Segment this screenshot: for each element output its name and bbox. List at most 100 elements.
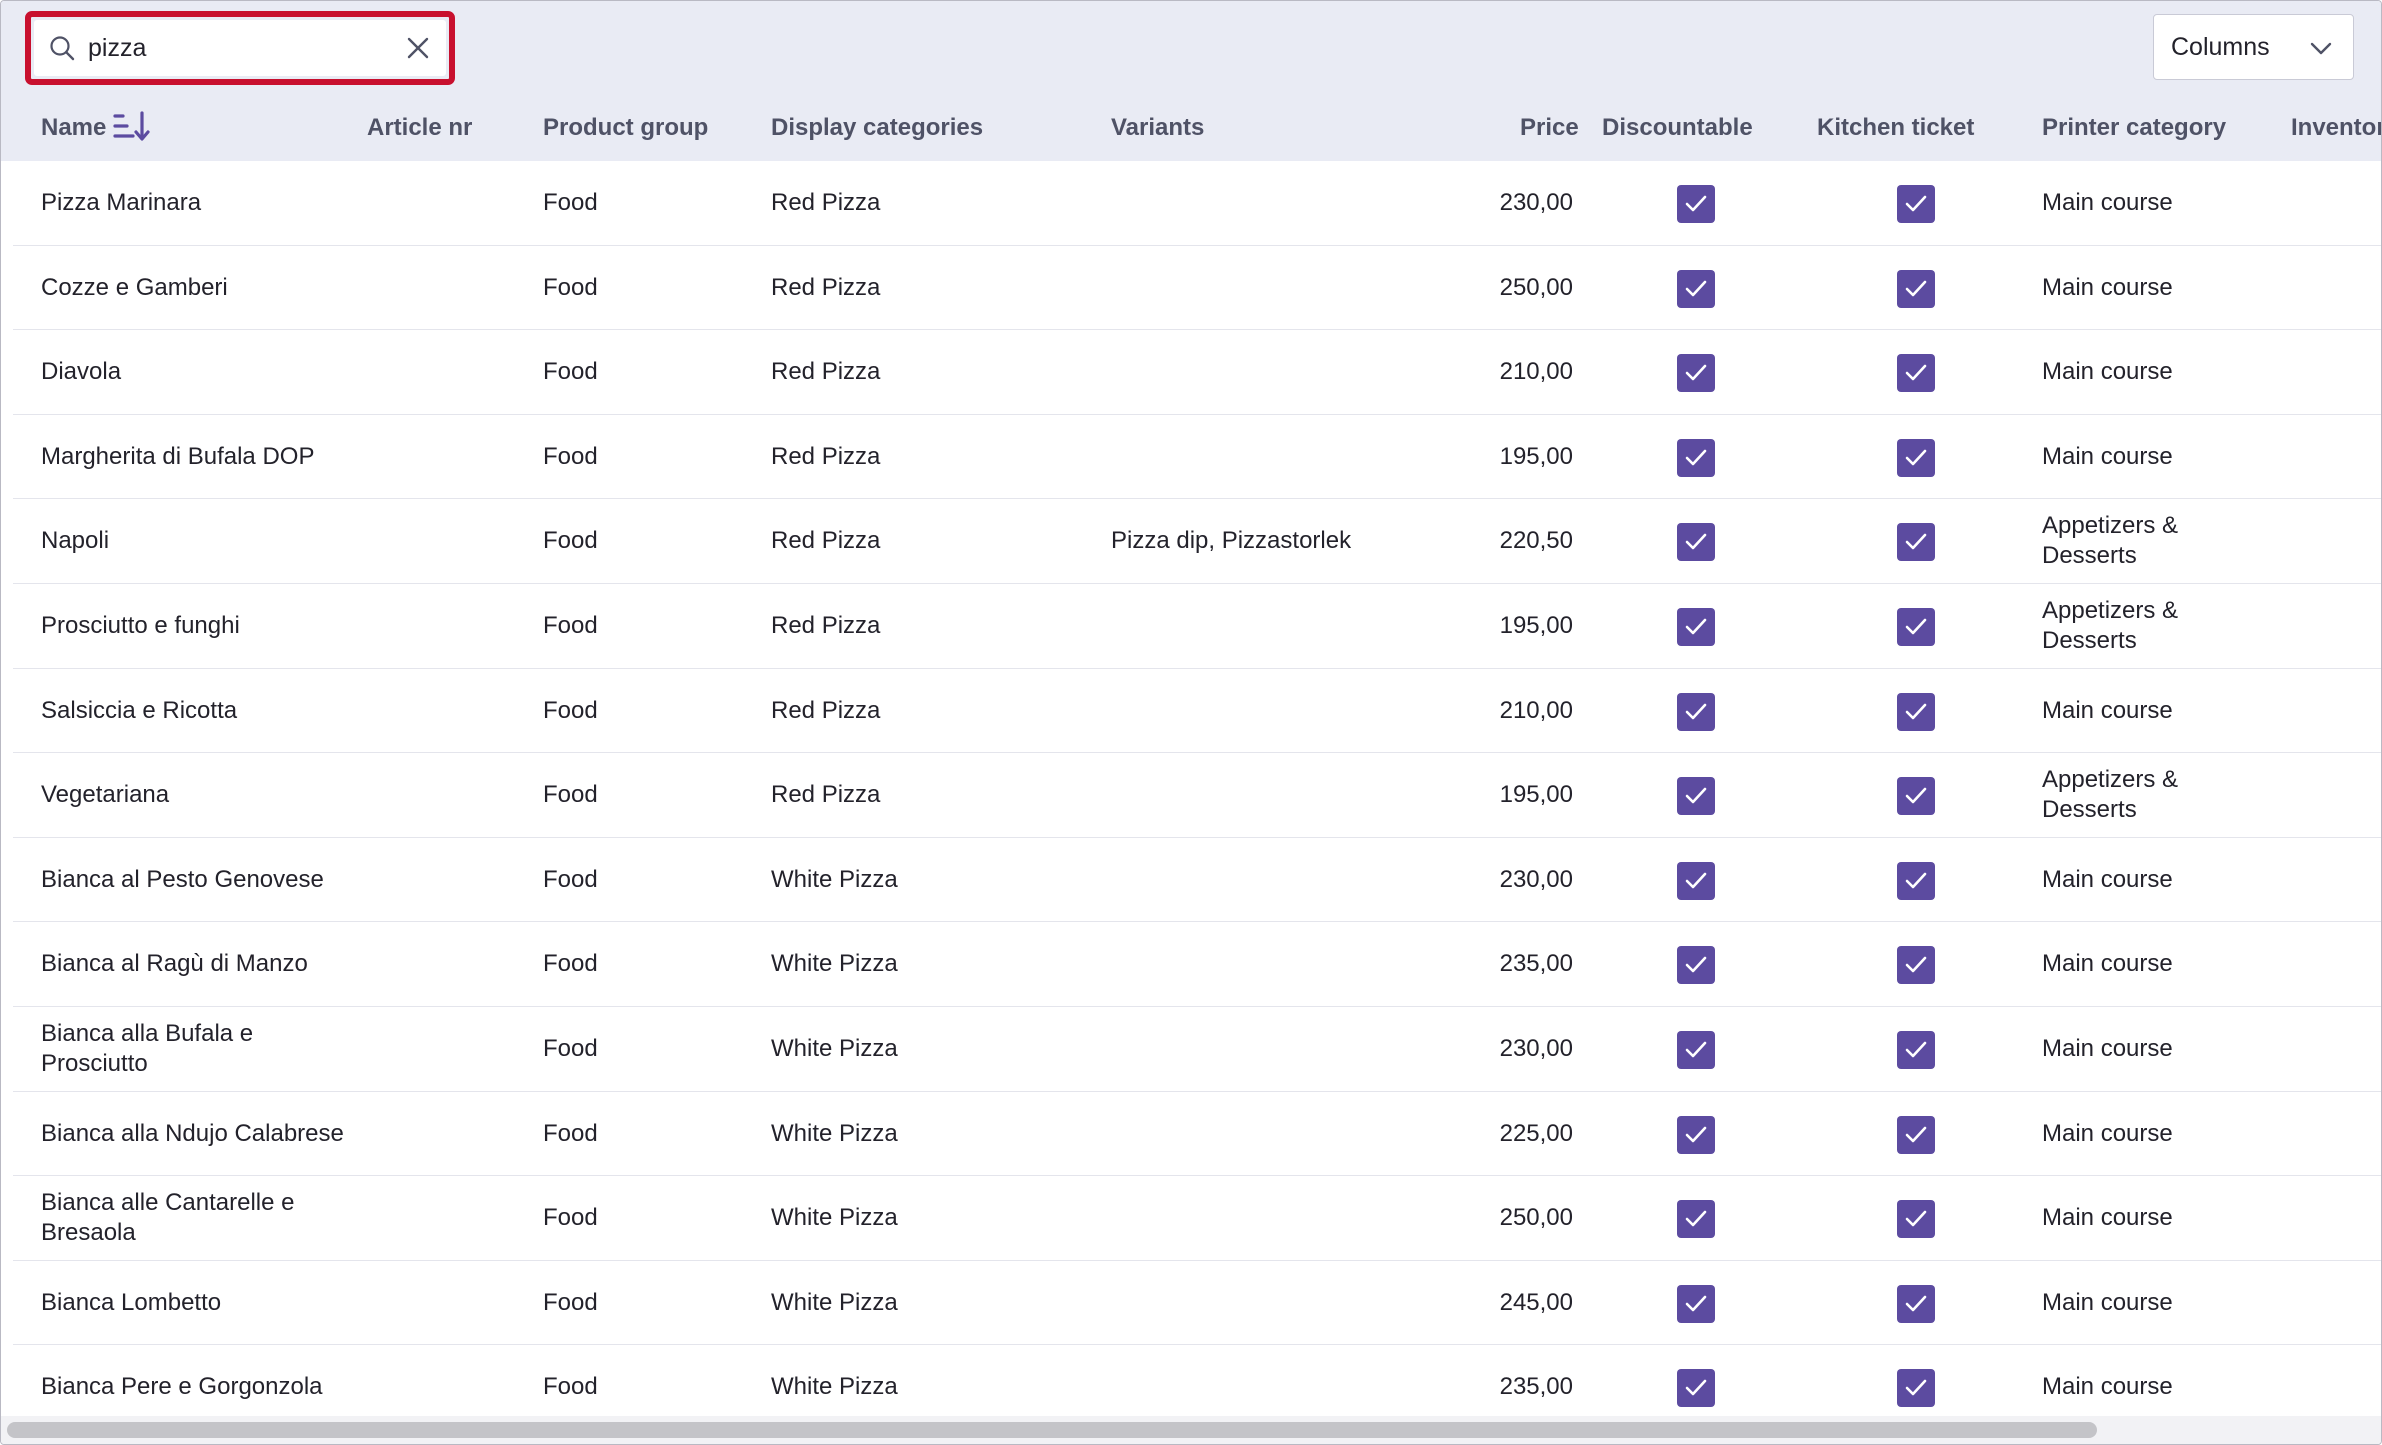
- cell-display-category: Red Pizza: [771, 527, 881, 555]
- kitchen-ticket-checkbox[interactable]: [1897, 1369, 1935, 1408]
- header-discountable[interactable]: Discountable: [1602, 114, 1753, 142]
- cell-printer-category: Main course: [2042, 696, 2173, 724]
- discountable-checkbox[interactable]: [1677, 1115, 1715, 1154]
- cell-price: 245,00: [1499, 1288, 1573, 1316]
- search-box[interactable]: [34, 20, 446, 76]
- table-row[interactable]: Bianca al Pesto Genovese Food White Pizza 2…: [13, 838, 2381, 923]
- kitchen-ticket-checkbox[interactable]: [1897, 523, 1935, 562]
- checkmark-icon: [1685, 1295, 1707, 1312]
- checkmark-icon: [1685, 364, 1707, 381]
- header-article-nr[interactable]: Article nr: [367, 114, 472, 142]
- kitchen-ticket-checkbox[interactable]: [1897, 946, 1935, 985]
- discountable-checkbox[interactable]: [1677, 1284, 1715, 1323]
- cell-price: 225,00: [1499, 1119, 1573, 1147]
- discountable-checkbox[interactable]: [1677, 1369, 1715, 1408]
- cell-price: 220,50: [1499, 527, 1573, 555]
- cell-variants: Pizza dip, Pizzastorlek: [1111, 527, 1352, 555]
- table-row[interactable]: Cozze e Gamberi Food Red Pizza 250,00 Main c…: [13, 246, 2381, 331]
- cell-product-group: Food: [543, 696, 598, 724]
- header-display-categories[interactable]: Display categories: [771, 114, 983, 142]
- cell-product-group: Food: [543, 527, 598, 555]
- discountable-checkbox[interactable]: [1677, 354, 1715, 393]
- kitchen-ticket-checkbox[interactable]: [1897, 269, 1935, 308]
- cell-printer-category: Main course: [2042, 1288, 2173, 1316]
- discountable-checkbox[interactable]: [1677, 1031, 1715, 1069]
- table-row[interactable]: Bianca Pere e Gorgonzola Food White Pizza 2…: [13, 1345, 2381, 1416]
- checkmark-icon: [1905, 787, 1927, 804]
- header-printer-category[interactable]: Printer category: [2042, 114, 2226, 142]
- checkmark-icon: [1905, 534, 1927, 550]
- kitchen-ticket-checkbox[interactable]: [1897, 608, 1935, 646]
- cell-printer-category: Main course: [2042, 1204, 2173, 1232]
- kitchen-ticket-checkbox[interactable]: [1897, 1200, 1935, 1239]
- kitchen-ticket-checkbox[interactable]: [1897, 692, 1935, 731]
- checkmark-icon: [1905, 449, 1927, 466]
- kitchen-ticket-checkbox[interactable]: [1897, 1115, 1935, 1154]
- table-row[interactable]: Diavola Food Red Pizza 210,00 Main course: [13, 330, 2381, 415]
- header-variants[interactable]: Variants: [1111, 114, 1204, 142]
- cell-display-category: White Pizza: [771, 1035, 898, 1062]
- cell-product-group: Food: [543, 1288, 598, 1316]
- table-row[interactable]: Bianca al Ragù di Manzo Food White Pizza 23…: [13, 922, 2381, 1007]
- table-row[interactable]: Vegetariana Food Red Pizza 195,00 Appetizers…: [13, 753, 2381, 838]
- sort-descending-icon[interactable]: [113, 110, 151, 144]
- discountable-checkbox[interactable]: [1677, 438, 1715, 477]
- table-row[interactable]: Salsiccia e Ricotta Food Red Pizza 210,00 Ma…: [13, 669, 2381, 754]
- table-row[interactable]: Bianca alla Ndujo Calabrese Food White Piz…: [13, 1092, 2381, 1177]
- header-inventory[interactable]: Inventor: [2291, 114, 2381, 142]
- kitchen-ticket-checkbox[interactable]: [1897, 777, 1935, 816]
- kitchen-ticket-checkbox[interactable]: [1897, 354, 1935, 393]
- cell-printer-category: Appetizers & Desserts: [2042, 597, 2179, 654]
- kitchen-ticket-checkbox[interactable]: [1897, 861, 1935, 900]
- cell-name: Bianca alle Cantarelle e Bresaola: [41, 1189, 295, 1247]
- cell-price: 195,00: [1499, 612, 1573, 639]
- discountable-checkbox[interactable]: [1677, 185, 1715, 223]
- discountable-checkbox[interactable]: [1677, 861, 1715, 900]
- table-row[interactable]: Prosciutto e funghi Food Red Pizza 195,00 Ap…: [13, 584, 2381, 669]
- header-price[interactable]: Price: [1520, 114, 1579, 142]
- cell-variants: [1111, 1176, 1451, 1260]
- cell-product-group: Food: [543, 1035, 598, 1062]
- cell-product-group: Food: [543, 865, 598, 893]
- table-row[interactable]: Margherita di Bufala DOP Food Red Pizza 195…: [13, 415, 2381, 500]
- cell-variants: [1111, 330, 1451, 414]
- cell-price: 235,00: [1499, 950, 1573, 978]
- search-input[interactable]: [88, 28, 388, 68]
- header-name[interactable]: Name: [41, 114, 106, 142]
- kitchen-ticket-checkbox[interactable]: [1897, 1031, 1935, 1069]
- table-row[interactable]: Pizza Marinara Food Red Pizza 230,00 Main co…: [13, 161, 2381, 246]
- cell-printer-category: Main course: [2042, 865, 2173, 893]
- checkmark-icon: [1685, 1041, 1707, 1058]
- horizontal-scrollbar[interactable]: [1, 1416, 2381, 1444]
- discountable-checkbox[interactable]: [1677, 777, 1715, 816]
- table-row[interactable]: Napoli Food Red Pizza Pizza dip, Pizzastorl…: [13, 499, 2381, 584]
- cell-name: Prosciutto e funghi: [41, 612, 240, 639]
- discountable-checkbox[interactable]: [1677, 269, 1715, 308]
- table-row[interactable]: Bianca alla Bufala e Prosciutto Food White…: [13, 1007, 2381, 1092]
- kitchen-ticket-checkbox[interactable]: [1897, 438, 1935, 477]
- table-row[interactable]: Bianca Lombetto Food White Pizza 245,00 Main…: [13, 1261, 2381, 1346]
- checkmark-icon: [1905, 1041, 1927, 1058]
- cell-printer-category: Appetizers & Desserts: [2042, 766, 2179, 824]
- discountable-checkbox[interactable]: [1677, 608, 1715, 646]
- close-icon[interactable]: [404, 34, 432, 62]
- discountable-checkbox[interactable]: [1677, 1200, 1715, 1239]
- header-kitchen-ticket[interactable]: Kitchen ticket: [1817, 114, 1974, 142]
- discountable-checkbox[interactable]: [1677, 946, 1715, 985]
- cell-variants: [1111, 1092, 1451, 1176]
- columns-button[interactable]: Columns: [2153, 14, 2354, 80]
- cell-price: 230,00: [1499, 865, 1573, 893]
- horizontal-scrollbar-thumb[interactable]: [7, 1422, 2097, 1438]
- table-row[interactable]: Bianca alle Cantarelle e Bresaola Food Whi…: [13, 1176, 2381, 1261]
- kitchen-ticket-checkbox[interactable]: [1897, 185, 1935, 223]
- discountable-checkbox[interactable]: [1677, 523, 1715, 562]
- header-product-group[interactable]: Product group: [543, 114, 708, 142]
- discountable-checkbox[interactable]: [1677, 692, 1715, 731]
- cell-price: 250,00: [1499, 273, 1573, 301]
- cell-price: 210,00: [1499, 696, 1573, 724]
- cell-display-category: Red Pizza: [771, 696, 881, 724]
- cell-name: Bianca Lombetto: [41, 1288, 222, 1316]
- cell-printer-category: Main course: [2042, 1373, 2173, 1401]
- cell-price: 230,00: [1499, 1035, 1573, 1062]
- kitchen-ticket-checkbox[interactable]: [1897, 1284, 1935, 1323]
